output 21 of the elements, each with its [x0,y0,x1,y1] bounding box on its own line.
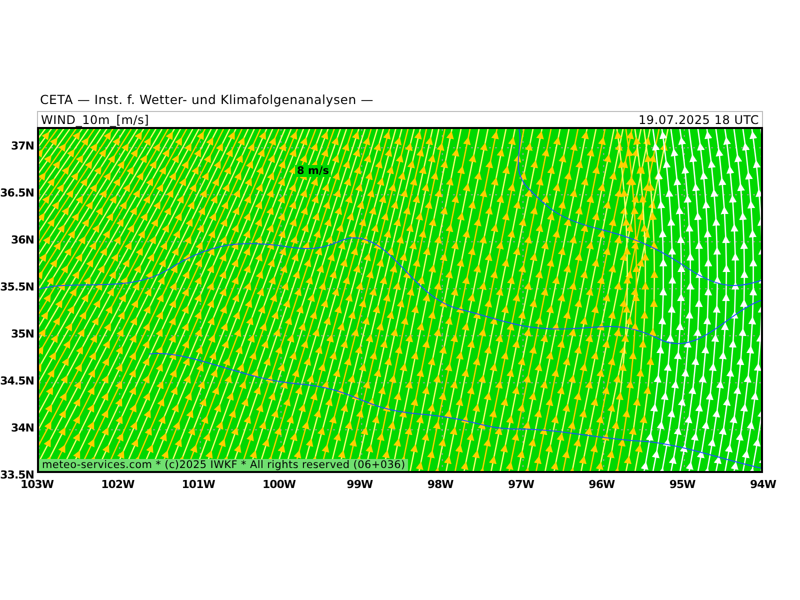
latitude-label: 34.5N [0,374,34,388]
variable-label: WIND_10m_[m/s] [41,112,150,128]
date-time-label: 19.07.2025 18 UTC [638,112,759,128]
speed-label: 8 m/s [295,165,331,177]
longitude-label: 96W [588,478,615,491]
longitude-label: 99W [346,478,373,491]
longitude-label: 98W [427,478,454,491]
latitude-label: 36N [10,233,34,246]
attribution-text: meteo-services.com * (c)2025 IWKF * All rights reserved (06+036) [39,459,408,471]
chart-title: CETA — Inst. f. Wetter- und Klimafolgenanalysen — [40,92,375,109]
latitude-label: 37N [10,139,34,152]
longitude-label: 101W [182,478,215,491]
longitude-label: 100W [262,478,296,491]
latitude-label: 36.5N [0,186,34,200]
longitude-label: 94W [750,478,776,491]
latitude-label: 35.5N [0,280,34,294]
longitude-label: 102W [101,478,134,491]
longitude-label: 95W [669,478,696,491]
latitude-label: 35N [10,327,34,340]
latitude-label: 34N [10,421,34,434]
longitude-label: 97W [508,478,534,491]
